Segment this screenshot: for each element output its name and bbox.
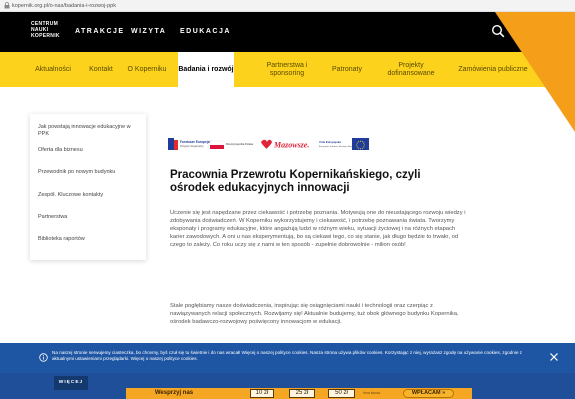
donation-amounts: 10 zł 25 zł 50 zł Inna kwota WPŁACAM » bbox=[222, 388, 472, 399]
subnav-patronaty[interactable]: Patronaty bbox=[324, 52, 370, 87]
fe-logo: Fundusze Europejskie Program Regionalny bbox=[168, 138, 214, 150]
section-navigation: Aktualności Kontakt O Koperniku Badania … bbox=[0, 52, 575, 87]
amount-10[interactable]: 10 zł bbox=[250, 389, 274, 398]
more-button[interactable]: WIĘCEJ bbox=[54, 376, 88, 390]
main-navigation: CENTRUM NAUKI KOPERNIK ATRAKCJE WIZYTA E… bbox=[0, 12, 575, 52]
sidebar-item-przewodnik[interactable]: Przewodnik po nowym budynku bbox=[38, 169, 115, 176]
second-paragraph: Stale pogłębiamy nasze doświadczenia, in… bbox=[170, 303, 459, 325]
nav-item-atrakcje[interactable]: ATRAKCJE bbox=[75, 28, 125, 35]
other-amount-field[interactable]: Inna kwota bbox=[363, 391, 380, 395]
subnav-o-koperniku[interactable]: O Koperniku bbox=[122, 52, 172, 87]
subnav-badania-i-rozwoj[interactable]: Badania i rozwój bbox=[178, 52, 234, 87]
subnav-partnerstwa[interactable]: Partnerstwa i sponsoring bbox=[252, 52, 322, 87]
lock-icon bbox=[4, 2, 10, 9]
subnav-projekty-dofinansowane[interactable]: Projekty dofinansowane bbox=[376, 52, 446, 87]
rp-text: Rzeczpospolita Polska bbox=[226, 142, 254, 146]
address-bar[interactable]: kopernik.org.pl/o-nas/badania-i-rozwoj-p… bbox=[0, 0, 575, 12]
page-title: Pracownia Przewrotu Kopernikańskiego, cz… bbox=[170, 169, 421, 194]
subnav-kontakt[interactable]: Kontakt bbox=[84, 52, 118, 87]
mazowsze-logo: Mazowsze. bbox=[261, 139, 309, 150]
polish-flag-logo: Rzeczpospolita Polska bbox=[209, 140, 254, 149]
funding-logos-graphic: Fundusze Europejskie Program Regionalny … bbox=[168, 138, 362, 150]
sidebar-item-innowacje[interactable]: Jak powstają innowacje edukacyjne w PPK bbox=[38, 124, 138, 138]
support-label: Wesprzyj nas bbox=[126, 388, 222, 399]
amount-50[interactable]: 50 zł bbox=[328, 389, 355, 398]
sidebar-item-partnerstwa[interactable]: Partnerstwa bbox=[38, 214, 67, 221]
fe-text: Fundusze Europejskie bbox=[180, 140, 214, 144]
cookie-banner: Na naszej stronie serwujemy ciasteczka, … bbox=[0, 343, 575, 373]
sidebar-item-zespol[interactable]: Zespół. Kluczowe kontakty bbox=[38, 192, 103, 199]
sidebar-item-oferta[interactable]: Oferta dla biznesu bbox=[38, 147, 83, 154]
sidebar-item-biblioteka[interactable]: Biblioteka raportów bbox=[38, 236, 85, 243]
sidebar-menu: Jak powstają innowacje edukacyjne w PPK … bbox=[30, 114, 146, 260]
decorative-corner bbox=[495, 12, 575, 132]
eu-text: Unia Europejska bbox=[319, 140, 341, 144]
url-text: kopernik.org.pl/o-nas/badania-i-rozwoj-p… bbox=[12, 3, 116, 9]
site-logo[interactable]: CENTRUM NAUKI KOPERNIK bbox=[31, 21, 60, 39]
pay-button[interactable]: WPŁACAM » bbox=[403, 389, 454, 398]
cookie-text: Na naszej stronie serwujemy ciasteczka, … bbox=[52, 350, 522, 361]
funding-logos: Fundusze Europejskie Program Regionalny … bbox=[168, 137, 368, 153]
donation-bar: WIĘCEJ Wesprzyj nas 10 zł 25 zł 50 zł In… bbox=[0, 373, 575, 399]
nav-item-wizyta[interactable]: WIZYTA bbox=[131, 28, 166, 35]
amount-25[interactable]: 25 zł bbox=[289, 389, 315, 398]
subnav-aktualnosci[interactable]: Aktualności bbox=[30, 52, 76, 87]
close-icon[interactable] bbox=[549, 352, 559, 362]
logo-line-3: KOPERNIK bbox=[31, 33, 60, 39]
mazowsze-text: Mazowsze. bbox=[273, 141, 309, 150]
info-icon bbox=[39, 353, 48, 362]
intro-paragraph: Uczenie się jest napędzane przez ciekawo… bbox=[170, 210, 466, 248]
nav-item-edukacja[interactable]: EDUKACJA bbox=[180, 28, 231, 35]
fe-subtext: Program Regionalny bbox=[180, 144, 204, 148]
eu-flag-icon bbox=[352, 138, 369, 150]
